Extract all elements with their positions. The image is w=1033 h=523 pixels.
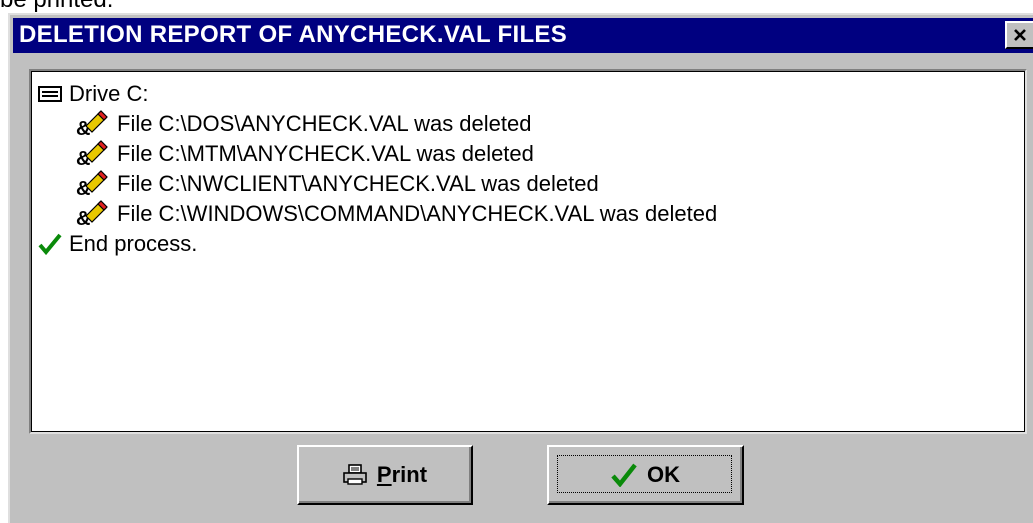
deleted-file-text: File C:\WINDOWS\COMMAND\ANYCHECK.VAL was… (117, 201, 718, 226)
deleted-file-text: File C:\NWCLIENT\ANYCHECK.VAL was delete… (117, 171, 599, 196)
list-item-end: End process. (37, 229, 197, 259)
deleted-file-text: File C:\MTM\ANYCHECK.VAL was deleted (117, 141, 534, 166)
close-icon (1014, 29, 1026, 41)
list-item: & File C:\WINDOWS\COMMAND\ANYCHECK.VAL w… (75, 199, 717, 229)
list-item: & File C:\NWCLIENT\ANYCHECK.VAL was dele… (75, 169, 599, 199)
report-listbox[interactable]: Drive C: & File C:\DOS\ANYCHECK.VAL was … (29, 69, 1027, 434)
focus-rectangle (557, 455, 732, 493)
print-label: Print (376, 462, 428, 487)
deletion-report-dialog: DELETION REPORT OF ANYCHECK.VAL FILES Dr… (8, 13, 1033, 523)
eraser-icon: & (75, 200, 109, 228)
end-process-label: End process. (69, 231, 198, 256)
list-item: & File C:\DOS\ANYCHECK.VAL was deleted (75, 109, 531, 139)
eraser-icon: & (75, 170, 109, 198)
list-item: & File C:\MTM\ANYCHECK.VAL was deleted (75, 139, 534, 169)
eraser-icon: & (75, 140, 109, 168)
close-button[interactable] (1005, 21, 1033, 49)
deleted-file-text: File C:\DOS\ANYCHECK.VAL was deleted (117, 111, 532, 136)
title-bar[interactable]: DELETION REPORT OF ANYCHECK.VAL FILES (13, 18, 1033, 53)
drive-icon (37, 80, 63, 108)
checkmark-icon (37, 230, 63, 258)
list-item-drive: Drive C: (37, 79, 148, 109)
dialog-title: DELETION REPORT OF ANYCHECK.VAL FILES (19, 21, 568, 48)
print-button[interactable]: Print (297, 445, 473, 505)
printer-icon (343, 464, 367, 486)
background-text: be printed. (0, 0, 113, 14)
ok-button[interactable]: OK (547, 445, 744, 505)
eraser-icon: & (75, 110, 109, 138)
drive-label: Drive C: (69, 81, 149, 106)
